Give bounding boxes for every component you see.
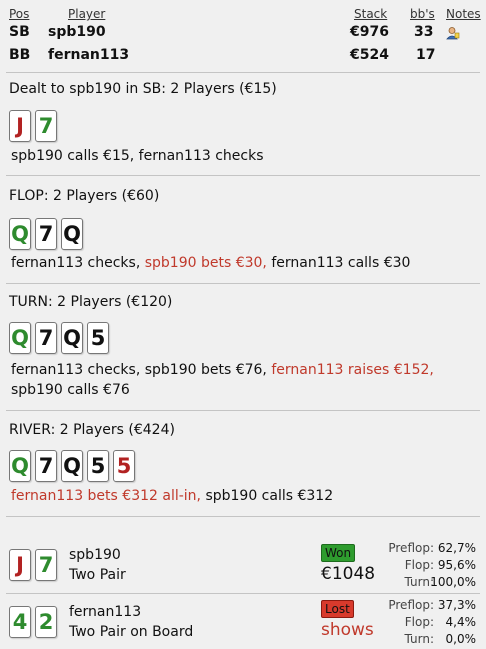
action-text-highlight: fernan113 bets €312 all-in,: [11, 488, 201, 504]
playing-card: 7: [35, 450, 57, 482]
preflop-action: spb190 calls €15, fernan113 checks: [11, 148, 264, 164]
playing-card: Q: [61, 450, 83, 482]
divider: [6, 72, 480, 73]
stat-value: 4,4%: [445, 615, 477, 629]
divider: [6, 593, 480, 594]
flop-action: fernan113 checks, spb190 bets €30, ferna…: [11, 253, 473, 273]
playing-card: 7: [35, 322, 57, 354]
result-badge: Won: [321, 544, 356, 562]
playing-card: J: [9, 549, 31, 581]
playing-card: 2: [35, 606, 57, 638]
divider: [6, 283, 480, 284]
col-notes-header: Notes: [446, 7, 481, 21]
playing-card: 5: [87, 322, 109, 354]
stat-value: 95,6%: [437, 558, 476, 572]
stat-value: 62,7%: [437, 541, 476, 555]
turn-action: fernan113 checks, spb190 bets €76, ferna…: [11, 360, 473, 400]
player-stack: €524: [350, 47, 389, 63]
players-header: Pos Player Stack bb's Notes SB spb190 €9…: [0, 0, 486, 70]
player-name[interactable]: spb190: [48, 24, 106, 40]
playing-card: 7: [35, 549, 57, 581]
playing-card: Q: [61, 218, 83, 250]
stat-label: Preflop:: [388, 598, 434, 612]
showdown-player-name[interactable]: spb190: [69, 547, 121, 563]
col-player-header: Player: [68, 7, 106, 21]
user-note-icon[interactable]: [446, 26, 460, 40]
action-text: fernan113 checks,: [11, 255, 141, 271]
stat-value: 100,0%: [430, 575, 476, 589]
showdown-hand: Two Pair on Board: [69, 624, 194, 640]
stat-label: Turn:: [404, 575, 434, 589]
river-action: fernan113 bets €312 all-in, spb190 calls…: [11, 486, 473, 506]
stat-value: 37,3%: [437, 598, 476, 612]
stat-label: Preflop:: [388, 541, 434, 555]
divider: [6, 175, 480, 176]
divider: [6, 410, 480, 411]
playing-card: 4: [9, 606, 31, 638]
player-name[interactable]: fernan113: [48, 47, 129, 63]
playing-card: 5: [87, 450, 109, 482]
playing-card: J: [9, 110, 31, 142]
player-bbs: 17: [416, 47, 436, 63]
won-amount: €1048: [321, 564, 376, 584]
showdown-player-name[interactable]: fernan113: [69, 604, 141, 620]
action-text: fernan113 calls €30: [271, 255, 411, 271]
action-text-highlight: fernan113 raises €152,: [271, 362, 434, 378]
shows-label: shows: [321, 620, 374, 640]
playing-card: 7: [35, 110, 57, 142]
col-stack-header: Stack: [354, 7, 388, 21]
player-pos: SB: [9, 24, 30, 40]
playing-card: Q: [9, 218, 31, 250]
action-text: fernan113 checks, spb190 bets €76,: [11, 362, 267, 378]
player-stack: €976: [350, 24, 389, 40]
action-text: spb190 calls €312: [205, 488, 334, 504]
playing-card: Q: [9, 322, 31, 354]
player-bbs: 33: [414, 24, 434, 40]
action-text-highlight: spb190 bets €30,: [144, 255, 267, 271]
preflop-title: Dealt to spb190 in SB: 2 Players (€15): [9, 81, 277, 97]
stat-label: Turn:: [404, 632, 434, 646]
action-text: spb190 calls €76: [11, 382, 130, 398]
result-badge: Lost: [321, 600, 354, 618]
col-pos-header: Pos: [9, 7, 30, 21]
stat-value: 0,0%: [445, 632, 477, 646]
flop-title: FLOP: 2 Players (€60): [9, 188, 160, 204]
playing-card: 5: [113, 450, 135, 482]
playing-card: 7: [35, 218, 57, 250]
playing-card: Q: [61, 322, 83, 354]
divider: [6, 516, 480, 517]
player-pos: BB: [9, 47, 31, 63]
turn-title: TURN: 2 Players (€120): [9, 294, 173, 310]
stat-label: Flop:: [404, 558, 434, 572]
col-bbs-header: bb's: [410, 7, 435, 21]
playing-card: Q: [9, 450, 31, 482]
river-title: RIVER: 2 Players (€424): [9, 422, 175, 438]
stat-label: Flop:: [404, 615, 434, 629]
showdown-hand: Two Pair: [69, 567, 126, 583]
